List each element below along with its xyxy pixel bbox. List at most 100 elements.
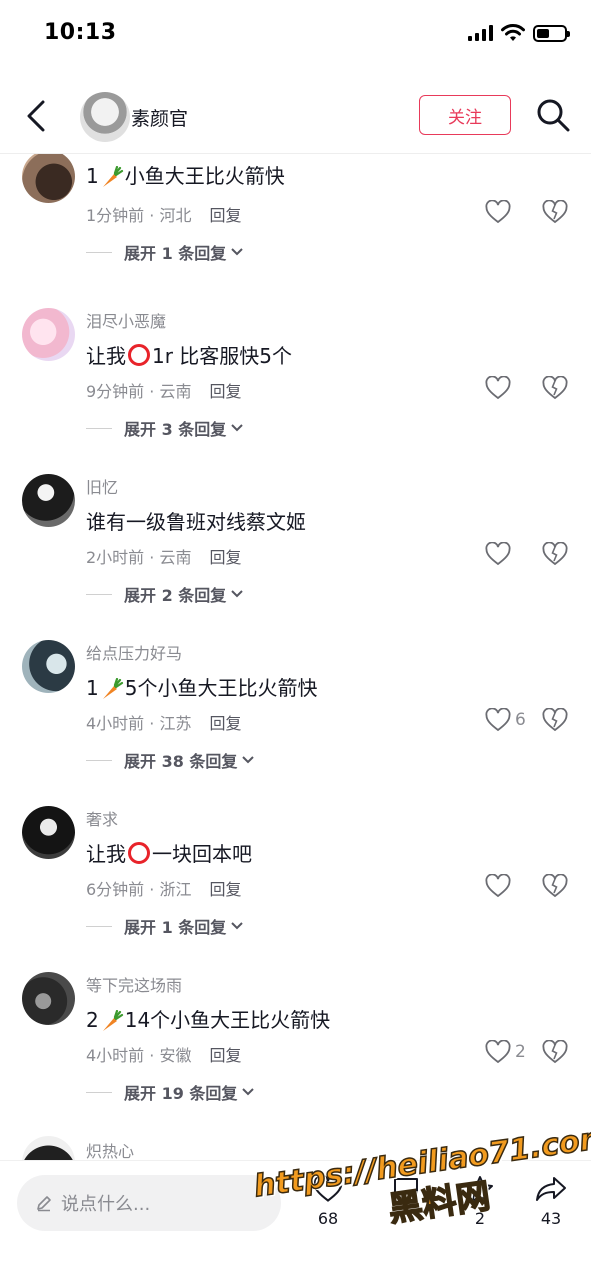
commenter-avatar[interactable] (22, 154, 75, 203)
comment-text: 让我 1r 比客服快5个 (86, 344, 293, 368)
back-button[interactable] (22, 98, 52, 134)
comment-text: 1 小鱼大王比火箭快 (86, 164, 285, 188)
status-icons (468, 24, 570, 42)
broken-heart-icon[interactable] (542, 200, 568, 224)
expand-replies[interactable]: 展开 3 条回复 (86, 416, 244, 440)
commenter-avatar[interactable] (22, 806, 75, 859)
comment-text: 2 14个小鱼大王比火箭快 (86, 1008, 331, 1032)
comment-meta: 2小时前 · 云南 回复 (86, 548, 242, 567)
chevron-down-icon (242, 1088, 255, 1096)
comment-item: 泪尽小恶魔 让我 1r 比客服快5个 9分钟前 · 云南 回复 展开 3 条回复 (0, 302, 591, 468)
heart-outline-icon (485, 376, 511, 400)
commenter-name[interactable]: 奢求 (86, 806, 118, 830)
broken-heart-icon[interactable] (542, 376, 568, 400)
carrot-icon (102, 1009, 123, 1031)
broken-heart-icon[interactable] (542, 708, 568, 732)
reply-button[interactable]: 回复 (209, 382, 241, 401)
like-count: 2 (515, 1042, 526, 1062)
broken-heart-icon[interactable] (542, 1040, 568, 1064)
red-circle-icon (128, 842, 150, 864)
like-button[interactable] (485, 542, 515, 566)
like-button[interactable]: 6 (485, 708, 526, 732)
comment-input[interactable]: 说点什么... (17, 1175, 281, 1231)
chevron-down-icon (242, 756, 255, 764)
heart-outline-icon (485, 874, 511, 898)
status-time: 10:13 (44, 20, 117, 45)
search-icon[interactable] (536, 98, 570, 132)
reply-button[interactable]: 回复 (209, 1046, 241, 1065)
commenter-name[interactable]: 炽热心 (86, 1138, 134, 1160)
commenter-avatar[interactable] (22, 640, 75, 693)
comment-location: 浙江 (159, 880, 192, 899)
comment-location: 云南 (159, 382, 192, 401)
heart-outline-icon (485, 200, 511, 224)
comment-time: 1分钟前 (86, 206, 145, 225)
chevron-down-icon (231, 922, 243, 930)
comment-item: 等下完这场雨 2 14个小鱼大王比火箭快 4小时前 · 安徽 回复 2 展开 19 … (0, 966, 591, 1132)
carrot-icon (102, 677, 123, 699)
comment-location: 安徽 (159, 1046, 192, 1065)
cellular-signal-icon (468, 25, 493, 41)
pencil-icon (37, 1196, 51, 1212)
comment-item: 旧忆 谁有一级鲁班对线蔡文姬 2小时前 · 云南 回复 展开 2 条回复 (0, 468, 591, 634)
heart-outline-icon (485, 1040, 511, 1064)
comment-text: 让我 一块回本吧 (86, 842, 252, 866)
comment-time: 4小时前 (86, 714, 145, 733)
broken-heart-icon[interactable] (542, 542, 568, 566)
reply-button[interactable]: 回复 (209, 206, 241, 225)
like-button[interactable] (485, 874, 515, 898)
commenter-name[interactable]: 泪尽小恶魔 (86, 308, 166, 332)
expand-replies[interactable]: 展开 1 条回复 (86, 240, 244, 264)
comment-meta: 9分钟前 · 云南 回复 (86, 382, 242, 401)
wifi-icon (501, 24, 525, 41)
like-button[interactable]: 2 (485, 1040, 526, 1064)
expand-replies[interactable]: 展开 2 条回复 (86, 582, 244, 606)
header-username[interactable]: 素颜官 (131, 104, 188, 131)
commenter-name[interactable]: 等下完这场雨 (86, 972, 182, 996)
comment-time: 9分钟前 (86, 382, 145, 401)
comment-time: 6分钟前 (86, 880, 145, 899)
broken-heart-icon[interactable] (542, 874, 568, 898)
comment-time: 4小时前 (86, 1046, 145, 1065)
status-bar: 10:13 (0, 0, 591, 70)
header: 素颜官 关注 (0, 80, 591, 154)
commenter-avatar[interactable] (22, 308, 75, 361)
comment-item: 给点压力好马 1 5个小鱼大王比火箭快 4小时前 · 江苏 回复 6 展开 38 条… (0, 634, 591, 800)
commenter-avatar[interactable] (22, 1136, 75, 1160)
comment-meta: 4小时前 · 安徽 回复 (86, 1046, 242, 1065)
comment-time: 2小时前 (86, 548, 145, 567)
comment-meta: 4小时前 · 江苏 回复 (86, 714, 242, 733)
reply-button[interactable]: 回复 (209, 880, 241, 899)
like-count: 6 (515, 710, 526, 730)
comment-text: 谁有一级鲁班对线蔡文姬 (86, 510, 306, 534)
like-button[interactable] (485, 376, 515, 400)
commenter-name[interactable]: 给点压力好马 (86, 640, 182, 664)
follow-button[interactable]: 关注 (419, 95, 511, 135)
like-button[interactable] (485, 200, 515, 224)
commenter-name[interactable]: 旧忆 (86, 474, 118, 498)
heart-outline-icon (485, 542, 511, 566)
commenter-avatar[interactable] (22, 474, 75, 527)
reply-button[interactable]: 回复 (209, 714, 241, 733)
comment-input-placeholder: 说点什么... (61, 1194, 151, 1215)
comment-location: 云南 (159, 548, 192, 567)
chevron-down-icon (231, 590, 243, 598)
comment-item: yuki 1小鱼大王比火箭快 1分钟前 · 河北回复 展开 1 条回复 (0, 154, 591, 302)
comment-meta: 1分钟前 · 河北 回复 (86, 206, 242, 225)
comment-meta: 6分钟前 · 浙江 回复 (86, 880, 242, 899)
expand-replies[interactable]: 展开 1 条回复 (86, 914, 244, 938)
expand-replies[interactable]: 展开 19 条回复 (86, 1080, 255, 1104)
expand-replies[interactable]: 展开 38 条回复 (86, 748, 255, 772)
battery-icon (533, 24, 570, 42)
comment-location: 河北 (159, 206, 192, 225)
chevron-down-icon (231, 424, 243, 432)
comment-item: 奢求 让我 一块回本吧 6分钟前 · 浙江 回复 展开 1 条回复 (0, 800, 591, 966)
commenter-avatar[interactable] (22, 972, 75, 1025)
chevron-down-icon (231, 248, 243, 256)
comment-list[interactable]: yuki 1小鱼大王比火箭快 1分钟前 · 河北回复 展开 1 条回复 泪尽小恶… (0, 154, 591, 1160)
heart-outline-icon (485, 708, 511, 732)
header-avatar[interactable] (80, 92, 130, 142)
reply-button[interactable]: 回复 (209, 548, 241, 567)
comment-text: 1 5个小鱼大王比火箭快 (86, 676, 318, 700)
red-circle-icon (128, 344, 150, 366)
